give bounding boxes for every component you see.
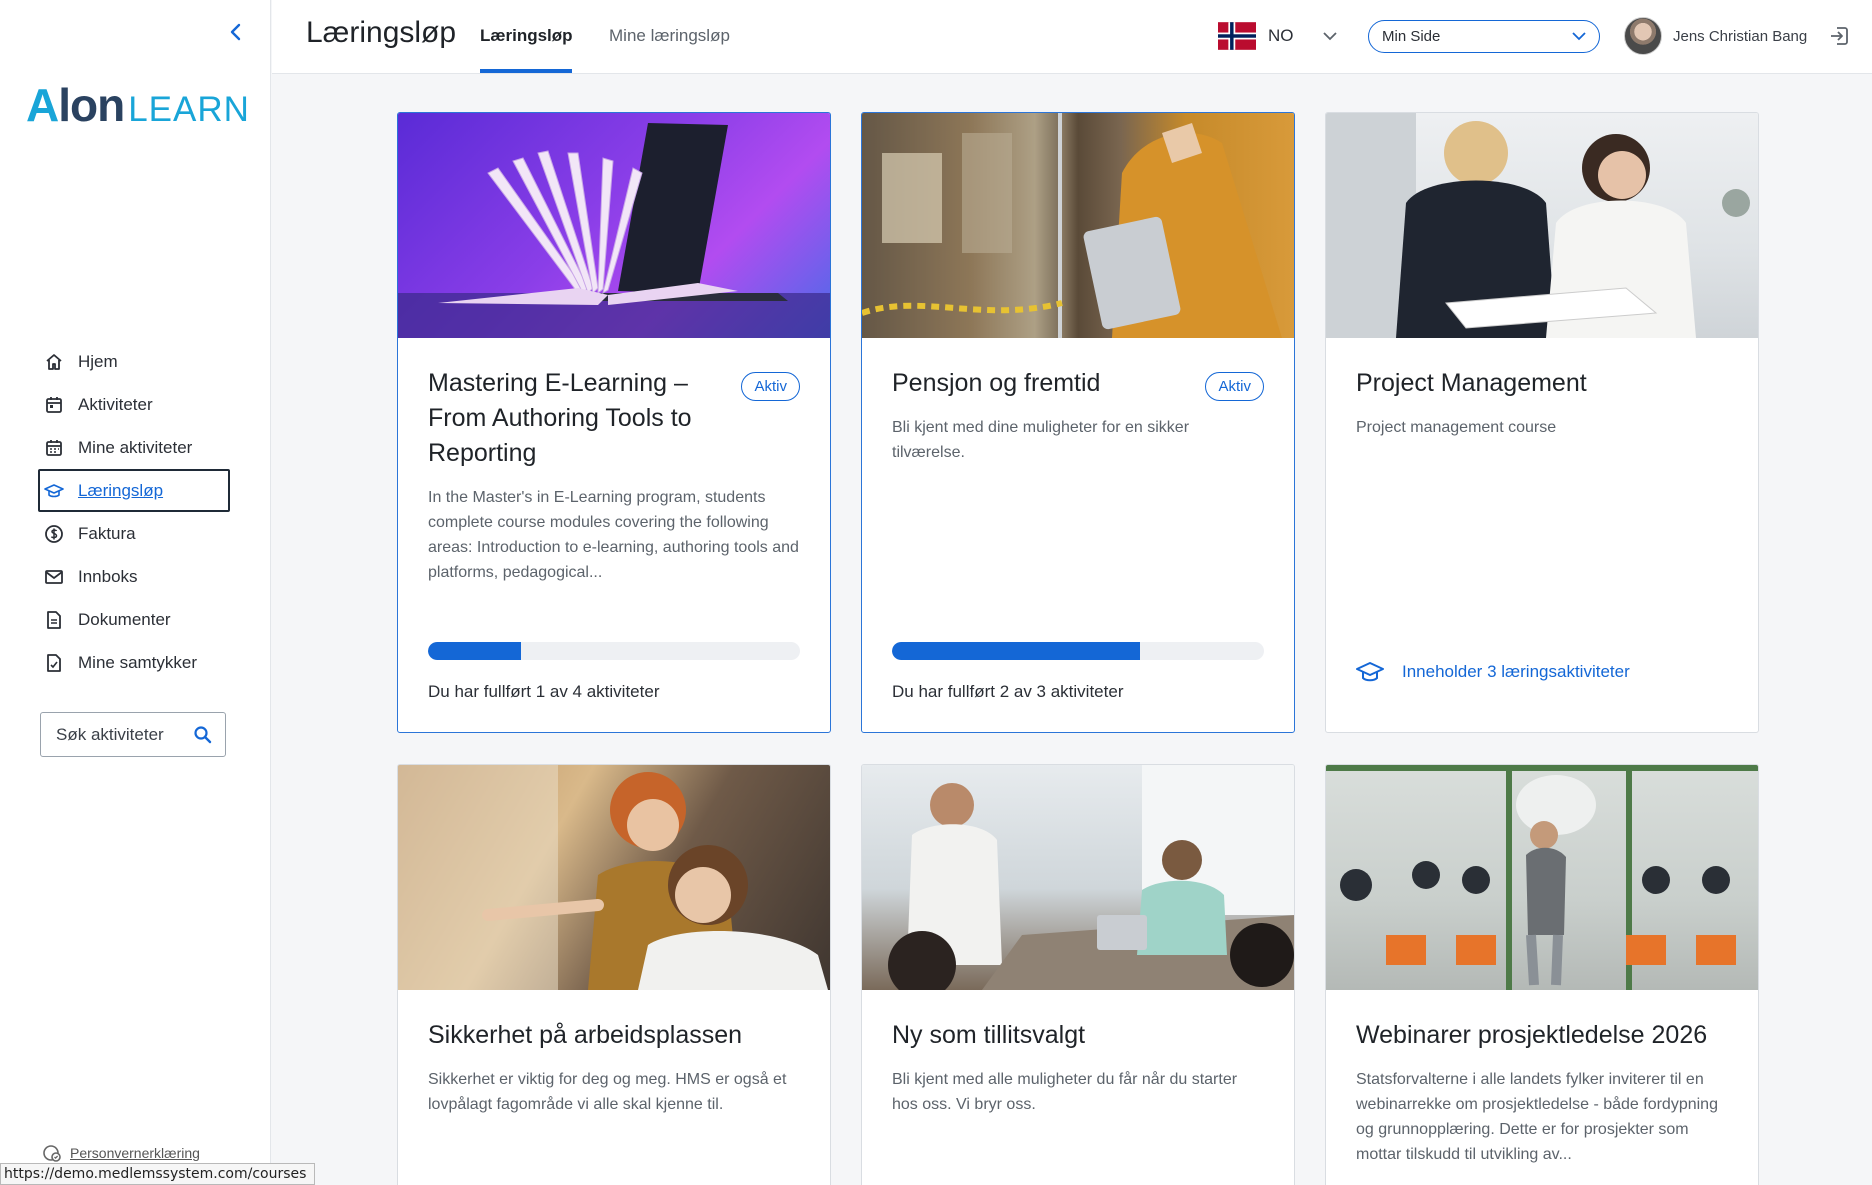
chevron-down-icon: [1572, 32, 1586, 41]
sidebar-item-label: Mine aktiviteter: [78, 437, 193, 457]
consent-icon: [47, 653, 61, 672]
course-description: Project management course: [1356, 419, 1557, 436]
course-description: Bli kjent med alle muligheter du får når…: [892, 1071, 1238, 1113]
privacy-icon: [43, 1145, 61, 1162]
privacy-label: Personvernerklæring: [70, 1145, 200, 1161]
course-description: Statsforvalterne i alle landets fylker i…: [1356, 1071, 1718, 1163]
course-image: [862, 765, 1294, 990]
sidebar-item-label: Faktura: [78, 523, 136, 543]
course-title: Webinarer prosjektledelse 2026: [1356, 1021, 1708, 1049]
calendar-icon: [46, 396, 62, 413]
sidebar-item-label: Innboks: [78, 566, 138, 586]
privacy-link[interactable]: Personvernerklæring: [42, 1143, 200, 1163]
progress-text: Du har fullført 2 av 3 aktiviteter: [892, 682, 1124, 701]
course-image: [862, 113, 1294, 338]
active-tab-indicator: [480, 69, 572, 73]
progress-fill: [428, 642, 521, 660]
course-image: [398, 765, 830, 990]
chevron-left-icon: [230, 23, 241, 41]
dollar-icon: [45, 524, 63, 543]
search-icon: [194, 726, 212, 744]
sidebar-nav: Hjem Aktiviteter Mine aktiviteter Læring…: [38, 340, 230, 684]
app-logo[interactable]: Alon LEARN: [26, 78, 250, 132]
course-image: [398, 113, 830, 338]
sidebar-item-dokumenter[interactable]: Dokumenter: [38, 598, 230, 641]
document-icon: [47, 610, 61, 629]
sidebar-item-label: Dokumenter: [78, 609, 171, 629]
site-select[interactable]: Min Side: [1368, 20, 1600, 53]
user-name: Jens Christian Bang: [1673, 27, 1808, 45]
progress-bar: [892, 642, 1264, 660]
course-card[interactable]: Project Management Project management co…: [1325, 112, 1759, 733]
page-title: Læringsløp: [306, 16, 457, 49]
sidebar-item-label: Læringsløp: [78, 480, 164, 500]
status-bar-url: https://demo.medlemssystem.com/courses: [0, 1163, 316, 1185]
graduation-cap-icon: [1356, 662, 1384, 682]
course-card[interactable]: Sikkerhet på arbeidsplassen Sikkerhet er…: [397, 764, 831, 1185]
home-icon: [46, 353, 62, 370]
course-description: In the Master's in E-Learning program, s…: [428, 489, 799, 581]
course-title: Sikkerhet på arbeidsplassen: [428, 1021, 743, 1049]
site-select-value: Min Side: [1382, 28, 1441, 45]
sidebar-item-laeringslop[interactable]: Læringsløp: [38, 469, 230, 512]
top-header: Læringsløp Læringsløp Mine læringsløp NO…: [272, 0, 1872, 74]
course-description: Bli kjent med dine muligheter for en sik…: [892, 419, 1190, 461]
status-badge: Aktiv: [1205, 372, 1264, 401]
status-badge: Aktiv: [741, 372, 800, 401]
mail-icon: [45, 569, 63, 584]
sidebar-item-label: Mine samtykker: [78, 652, 198, 672]
sidebar-item-faktura[interactable]: Faktura: [38, 512, 230, 555]
logout-button[interactable]: [1828, 25, 1850, 52]
user-menu[interactable]: Jens Christian Bang: [1624, 17, 1807, 55]
webinar-illustration: [1326, 765, 1758, 990]
avatar: [1624, 17, 1662, 55]
language-selector[interactable]: NO: [1218, 22, 1338, 50]
course-title: Mastering E-Learning – From Authoring To…: [428, 369, 692, 467]
search-activities: [40, 712, 226, 757]
sidebar-item-label: Hjem: [78, 351, 118, 371]
sidebar-item-mine-samtykker[interactable]: Mine samtykker: [38, 641, 230, 684]
course-card[interactable]: Mastering E-Learning – From Authoring To…: [397, 112, 831, 733]
book-laptop-illustration: [398, 123, 830, 338]
progress-fill: [892, 642, 1141, 660]
people-illustration: [1326, 113, 1750, 338]
tab-mine-laeringslop[interactable]: Mine læringsløp: [609, 26, 730, 46]
norway-flag-icon: [1218, 22, 1256, 50]
course-card[interactable]: Ny som tillitsvalgt Bli kjent med alle m…: [861, 764, 1295, 1185]
course-card[interactable]: Pensjon og fremtid Aktiv Bli kjent med d…: [861, 112, 1295, 733]
course-card[interactable]: Webinarer prosjektledelse 2026 Statsforv…: [1325, 764, 1759, 1185]
collapse-sidebar-button[interactable]: [224, 20, 248, 44]
course-title: Pensjon og fremtid: [892, 369, 1101, 397]
sidebar: Alon LEARN Hjem Aktiviteter Mine aktivit…: [0, 0, 271, 1185]
sidebar-item-innboks[interactable]: Innboks: [38, 555, 230, 598]
course-image: [1326, 765, 1758, 990]
meeting-illustration: [888, 765, 1294, 990]
graduation-cap-icon: [44, 483, 64, 497]
sidebar-item-aktiviteter[interactable]: Aktiviteter: [38, 383, 230, 426]
sidebar-item-mine-aktiviteter[interactable]: Mine aktiviteter: [38, 426, 230, 469]
chevron-down-icon: [1322, 32, 1337, 41]
office-illustration: [862, 113, 1282, 338]
coworkers-illustration: [398, 765, 828, 990]
sidebar-item-label: Aktiviteter: [78, 394, 153, 414]
sidebar-item-hjem[interactable]: Hjem: [38, 340, 230, 383]
tab-laeringslop[interactable]: Læringsløp: [480, 26, 573, 46]
course-title: Ny som tillitsvalgt: [892, 1021, 1086, 1049]
activities-count: Inneholder 3 læringsaktiviteter: [1356, 660, 1630, 684]
calendar-grid-icon: [46, 439, 62, 456]
course-description: Sikkerhet er viktig for deg og meg. HMS …: [428, 1071, 787, 1113]
logout-icon: [1831, 27, 1848, 45]
progress-bar: [428, 642, 800, 660]
course-title: Project Management: [1356, 369, 1587, 397]
search-button[interactable]: [193, 725, 213, 750]
course-image: [1326, 113, 1758, 338]
language-code: NO: [1268, 26, 1294, 45]
search-input[interactable]: [56, 724, 186, 745]
progress-text: Du har fullført 1 av 4 aktiviteter: [428, 682, 660, 701]
activities-count-label: Inneholder 3 læringsaktiviteter: [1402, 662, 1630, 681]
